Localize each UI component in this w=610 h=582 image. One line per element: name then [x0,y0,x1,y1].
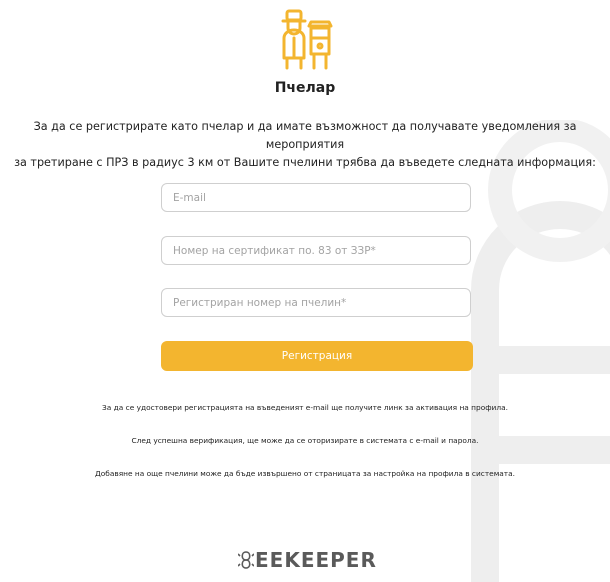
brand-name: EEKEEPER [255,548,377,572]
apiaries-note: Добавяне на още пчелини може да бъде изв… [95,469,515,478]
verification-note: След успешна верификация, ще може да се … [131,436,479,445]
intro-text: За да се регистрирате като пчелар и да и… [0,118,610,172]
register-button[interactable]: Регистрация [161,341,473,371]
email-field[interactable] [161,183,471,212]
page-title: Пчелар [274,80,336,96]
beekeeper-hive-icon [281,9,333,70]
bee-logo-icon [238,551,254,569]
certificate-number-field[interactable] [161,236,471,265]
intro-line-1: За да се регистрирате като пчелар и да и… [33,120,577,151]
apiary-number-field[interactable] [161,288,471,317]
intro-line-2: за третиране с ПРЗ в радиус 3 км от Ваши… [14,156,596,169]
activation-note: За да се удостовери регистрацията на във… [102,403,508,412]
